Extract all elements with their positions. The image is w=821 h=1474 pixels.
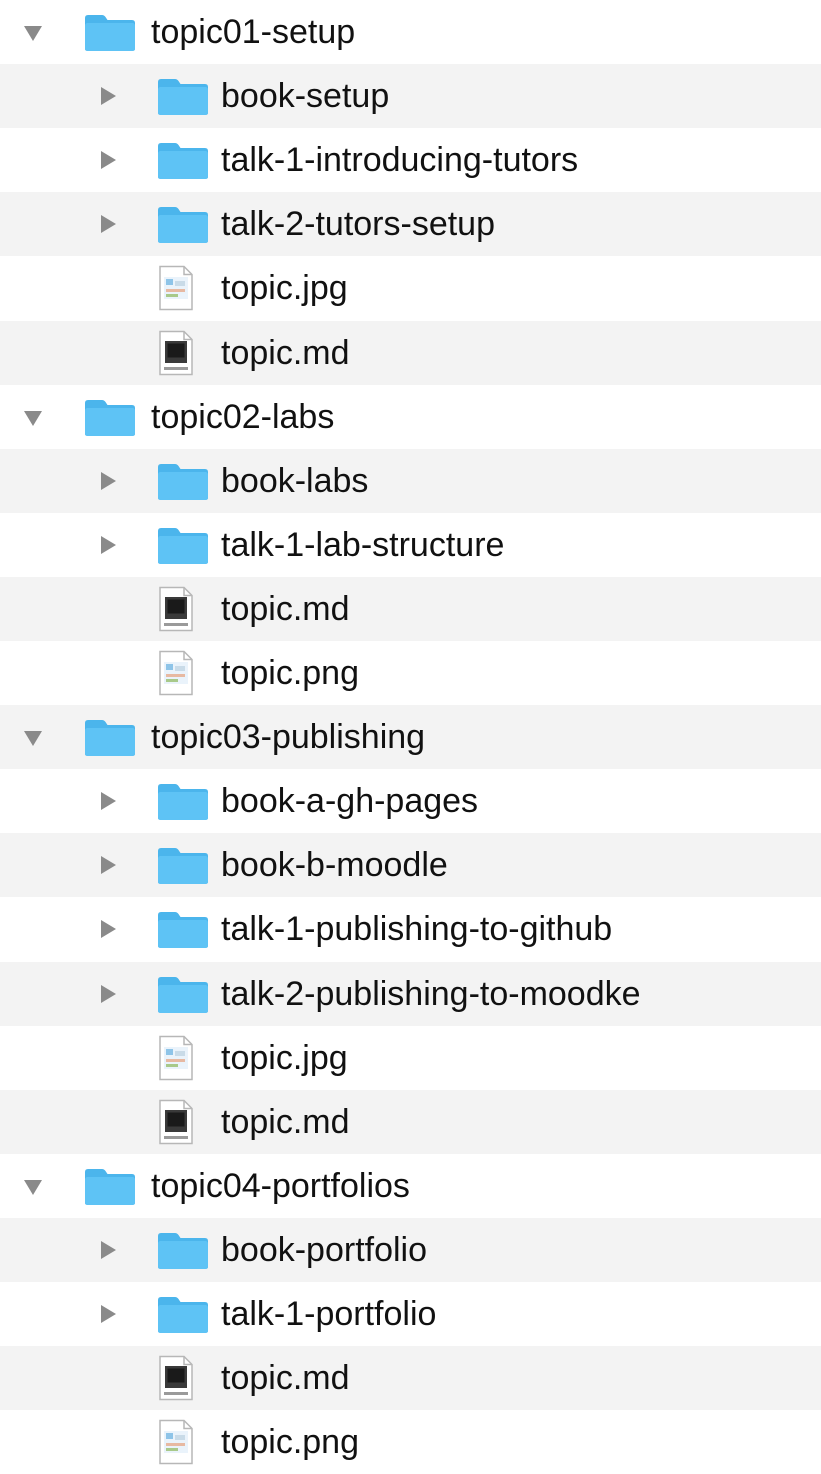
item-label: topic.md bbox=[221, 589, 350, 628]
folder-icon bbox=[158, 207, 208, 244]
folder-row[interactable]: talk-2-tutors-setup bbox=[0, 192, 821, 257]
disclosure-collapsed-icon[interactable] bbox=[92, 209, 122, 239]
folder-row[interactable]: book-setup bbox=[0, 64, 821, 129]
file-row[interactable]: topic.png bbox=[0, 1410, 821, 1474]
disclosure-collapsed-icon[interactable] bbox=[92, 850, 122, 880]
folder-row[interactable]: book-a-gh-pages bbox=[0, 769, 821, 834]
disclosure-collapsed-icon[interactable] bbox=[92, 979, 122, 1009]
item-label: topic03-publishing bbox=[151, 718, 426, 757]
item-label: topic01-setup bbox=[151, 13, 356, 51]
file-tree: topic01-setup book-setup talk-1-introducin… bbox=[0, 0, 821, 1474]
folder-row[interactable]: topic03-publishing bbox=[0, 705, 821, 770]
item-label: book-labs bbox=[221, 461, 369, 500]
item-label: talk-1-publishing-to-github bbox=[221, 910, 613, 949]
folder-icon bbox=[158, 976, 208, 1013]
item-label: talk-2-publishing-to-moodke bbox=[221, 974, 641, 1013]
disclosure-collapsed-icon[interactable] bbox=[92, 81, 122, 111]
folder-row[interactable]: talk-1-portfolio bbox=[0, 1282, 821, 1346]
folder-icon bbox=[158, 79, 208, 116]
folder-row[interactable]: topic02-labs bbox=[0, 384, 821, 449]
folder-icon bbox=[158, 1297, 208, 1333]
file-row[interactable]: topic.png bbox=[0, 641, 821, 705]
folder-icon bbox=[85, 15, 135, 51]
markdown-file-icon bbox=[159, 586, 193, 632]
item-label: topic.jpg bbox=[221, 269, 348, 308]
markdown-file-icon bbox=[159, 1099, 193, 1144]
item-label: talk-1-lab-structure bbox=[221, 525, 505, 564]
folder-icon bbox=[158, 143, 208, 180]
disclosure-collapsed-icon[interactable] bbox=[92, 914, 122, 944]
folder-icon bbox=[158, 784, 208, 821]
item-label: book-a-gh-pages bbox=[221, 782, 479, 821]
folder-row[interactable]: book-portfolio bbox=[0, 1217, 821, 1282]
item-label: topic02-labs bbox=[151, 397, 335, 436]
file-row[interactable]: topic.md bbox=[0, 576, 821, 641]
folder-icon bbox=[85, 399, 135, 436]
disclosure-expanded-icon[interactable] bbox=[18, 17, 48, 47]
item-label: topic.md bbox=[221, 1359, 350, 1398]
folder-row[interactable]: talk-2-publishing-to-moodke bbox=[0, 961, 821, 1026]
folder-row[interactable]: book-labs bbox=[0, 448, 821, 513]
disclosure-collapsed-icon[interactable] bbox=[92, 1299, 122, 1329]
folder-row[interactable]: topic04-portfolios bbox=[0, 1153, 821, 1218]
item-label: book-b-moodle bbox=[221, 846, 448, 885]
disclosure-expanded-icon[interactable] bbox=[18, 1171, 48, 1201]
item-label: talk-1-introducing-tutors bbox=[221, 141, 579, 180]
file-row[interactable]: topic.md bbox=[0, 320, 821, 385]
folder-icon bbox=[158, 527, 208, 564]
item-label: book-portfolio bbox=[221, 1230, 428, 1269]
item-label: topic.png bbox=[221, 1423, 359, 1462]
disclosure-expanded-icon[interactable] bbox=[18, 722, 48, 752]
markdown-file-icon bbox=[159, 330, 193, 375]
item-label: topic.png bbox=[221, 654, 359, 692]
file-row[interactable]: topic.md bbox=[0, 1346, 821, 1411]
folder-icon bbox=[85, 720, 135, 757]
item-label: topic.jpg bbox=[221, 1038, 348, 1077]
image-file-icon bbox=[159, 1419, 193, 1465]
folder-row[interactable]: talk-1-lab-structure bbox=[0, 512, 821, 577]
folder-row[interactable]: talk-1-introducing-tutors bbox=[0, 128, 821, 193]
disclosure-collapsed-icon[interactable] bbox=[92, 786, 122, 816]
image-file-icon bbox=[159, 650, 193, 696]
folder-row[interactable]: topic01-setup bbox=[0, 0, 821, 64]
folder-icon bbox=[158, 912, 208, 949]
disclosure-expanded-icon[interactable] bbox=[18, 402, 48, 432]
disclosure-collapsed-icon[interactable] bbox=[92, 466, 122, 496]
folder-row[interactable]: book-b-moodle bbox=[0, 833, 821, 898]
image-file-icon bbox=[159, 1035, 193, 1080]
markdown-file-icon bbox=[159, 1355, 193, 1401]
item-label: talk-1-portfolio bbox=[221, 1295, 437, 1333]
item-label: book-setup bbox=[221, 77, 390, 116]
image-file-icon bbox=[159, 266, 193, 311]
file-row[interactable]: topic.jpg bbox=[0, 256, 821, 321]
folder-row[interactable]: talk-1-publishing-to-github bbox=[0, 897, 821, 962]
folder-icon bbox=[158, 848, 208, 885]
file-row[interactable]: topic.jpg bbox=[0, 1025, 821, 1090]
file-row[interactable]: topic.md bbox=[0, 1089, 821, 1154]
disclosure-collapsed-icon[interactable] bbox=[92, 145, 122, 175]
item-label: topic04-portfolios bbox=[151, 1166, 410, 1205]
folder-icon bbox=[85, 1168, 135, 1205]
disclosure-collapsed-icon[interactable] bbox=[92, 1235, 122, 1265]
folder-icon bbox=[158, 1232, 208, 1269]
item-label: topic.md bbox=[221, 1102, 350, 1141]
disclosure-collapsed-icon[interactable] bbox=[92, 530, 122, 560]
folder-icon bbox=[158, 463, 208, 500]
item-label: talk-2-tutors-setup bbox=[221, 205, 495, 244]
item-label: topic.md bbox=[221, 333, 350, 372]
